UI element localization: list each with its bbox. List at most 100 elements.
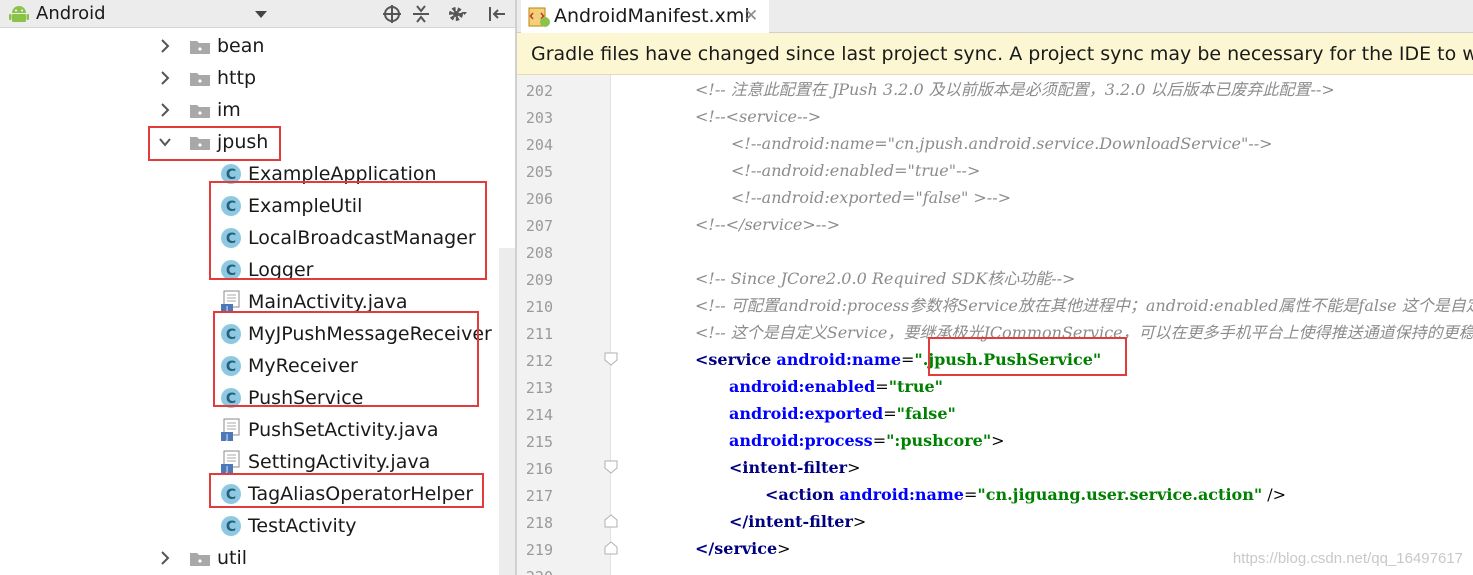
- close-bracket: >: [852, 512, 867, 531]
- service-close-tag: </service: [695, 539, 778, 558]
- project-toolbar: Android: [0, 0, 515, 28]
- line-number: 212: [525, 352, 553, 370]
- code-line-219: </service>: [695, 538, 791, 560]
- tree-item-util[interactable]: util: [0, 542, 499, 574]
- java-file-icon: J: [221, 450, 240, 474]
- self-close: />: [1262, 485, 1287, 504]
- service-tag: <service: [695, 350, 772, 369]
- fold-marker-icon[interactable]: [604, 460, 618, 474]
- line-number: 203: [525, 109, 553, 127]
- equals-sign: =: [872, 431, 887, 450]
- attr-process: android:process: [729, 431, 873, 450]
- line-number: 215: [525, 433, 553, 451]
- tree-item-http[interactable]: http: [0, 62, 499, 94]
- line-number: 214: [525, 406, 553, 424]
- tree-scrollbar[interactable]: [499, 248, 515, 575]
- tree-item-label: http: [217, 67, 257, 89]
- chevron-right-icon[interactable]: [158, 70, 172, 86]
- equals-sign: =: [875, 377, 889, 396]
- editor-tab-bar: AndroidManifest.xml ✕: [517, 0, 1473, 33]
- close-bracket: >: [847, 458, 861, 477]
- pin-left-icon[interactable]: [487, 4, 507, 24]
- tree-item-label: TestActivity: [248, 515, 357, 537]
- action-value: "cn.jiguang.user.service.action": [977, 485, 1263, 504]
- code-line-210: <!-- 可配置android:process参数将Service放在其他进程中…: [695, 296, 1473, 315]
- tree-item-label: util: [217, 547, 248, 569]
- code-line-202: <!-- 注意此配置在 JPush 3.2.0 及以前版本是必须配置，3.2.0…: [695, 80, 1335, 99]
- code-line-203: <!--<service-->: [695, 107, 822, 126]
- tree-item-label: im: [217, 99, 241, 121]
- chevron-right-icon[interactable]: [158, 550, 172, 566]
- class-icon: C: [221, 516, 241, 536]
- fold-end-icon[interactable]: [604, 514, 618, 528]
- gear-icon[interactable]: [447, 4, 467, 24]
- line-number: 202: [525, 82, 553, 100]
- attr-android-name: android:name: [776, 350, 901, 369]
- intent-filter-close-tag: </intent-filter: [729, 512, 853, 531]
- code-line-205: <!--android:enabled="true"-->: [731, 161, 981, 180]
- package-folder-icon: [190, 41, 210, 54]
- equals-sign: =: [883, 404, 897, 423]
- line-number: 218: [525, 514, 553, 532]
- code-line-207: <!--</service>-->: [695, 215, 840, 234]
- package-folder-icon: [190, 105, 210, 118]
- highlight-box-receiver-group: [213, 311, 479, 407]
- code-line-218: </intent-filter>: [729, 511, 866, 533]
- collapse-icon[interactable]: [411, 4, 431, 24]
- fold-end-icon[interactable]: [604, 541, 618, 555]
- tree-item-label: PushSetActivity.java: [248, 419, 439, 441]
- line-number: 219: [525, 541, 553, 559]
- highlight-box-tagalias: [209, 473, 484, 508]
- code-line-209: <!-- Since JCore2.0.0 Required SDK核心功能--…: [695, 269, 1076, 288]
- tab-label: AndroidManifest.xml: [554, 5, 750, 27]
- gradle-sync-banner: Gradle files have changed since last pro…: [517, 33, 1473, 75]
- code-line-206: <!--android:exported="false" >-->: [731, 188, 1012, 207]
- line-number: 216: [525, 460, 553, 478]
- attr-android-name: android:name: [839, 485, 964, 504]
- close-bracket: >: [777, 539, 791, 558]
- tree-item-testactivity[interactable]: C TestActivity: [0, 510, 499, 542]
- watermark: https://blog.csdn.net/qq_16497617: [1232, 550, 1463, 567]
- xml-file-icon: [528, 7, 550, 27]
- banner-message: Gradle files have changed since last pro…: [531, 43, 1473, 65]
- line-number: 220: [525, 567, 553, 575]
- close-icon[interactable]: ✕: [744, 4, 758, 28]
- project-panel: Android bean http im jpush C ExampleApplicati…: [0, 0, 515, 575]
- line-number: 207: [525, 217, 553, 235]
- fold-marker-icon[interactable]: [604, 352, 618, 366]
- java-file-icon: J: [221, 418, 240, 442]
- svg-text:C: C: [226, 519, 236, 535]
- attr-enabled: android:enabled: [729, 377, 876, 396]
- highlight-box-jpush: [148, 126, 281, 161]
- chevron-right-icon[interactable]: [158, 102, 172, 118]
- line-number: 208: [525, 244, 553, 262]
- attr-exported: android:exported: [729, 404, 884, 423]
- target-icon[interactable]: [382, 4, 402, 24]
- code-line-204: <!--android:name="cn.jpush.android.servi…: [731, 134, 1273, 153]
- line-number: 217: [525, 487, 553, 505]
- tree-item-pushsetactivity-java[interactable]: J PushSetActivity.java: [0, 414, 499, 446]
- name-value-prefix: ".: [914, 350, 929, 369]
- package-folder-icon: [190, 553, 210, 566]
- process-value: ":pushcore": [886, 431, 992, 450]
- equals-sign: =: [901, 350, 915, 369]
- editor-area: AndroidManifest.xml ✕ Gradle files have …: [517, 0, 1473, 575]
- chevron-right-icon[interactable]: [158, 38, 172, 54]
- close-bracket: >: [991, 431, 1005, 450]
- android-icon: [9, 6, 29, 22]
- code-line-213: android:enabled="true": [729, 376, 943, 398]
- view-selector-label[interactable]: Android: [36, 3, 106, 25]
- line-number: 204: [525, 136, 553, 154]
- tree-item-im[interactable]: im: [0, 94, 499, 126]
- code-line-217: <action android:name="cn.jiguang.user.se…: [765, 484, 1286, 506]
- tree-item-label: bean: [217, 35, 265, 57]
- chevron-down-icon[interactable]: [255, 11, 267, 18]
- equals-sign: =: [963, 485, 978, 504]
- code-line-215: android:process=":pushcore">: [729, 430, 1005, 452]
- line-number: 206: [525, 190, 553, 208]
- highlight-box-push-service: [928, 337, 1127, 376]
- package-folder-icon: [190, 73, 210, 86]
- line-number-gutter: 202 203 204 205 206 207 208 209 210 211 212 213 214 2…: [517, 75, 611, 575]
- tab-android-manifest[interactable]: AndroidManifest.xml ✕: [521, 0, 769, 33]
- tree-item-bean[interactable]: bean: [0, 30, 499, 62]
